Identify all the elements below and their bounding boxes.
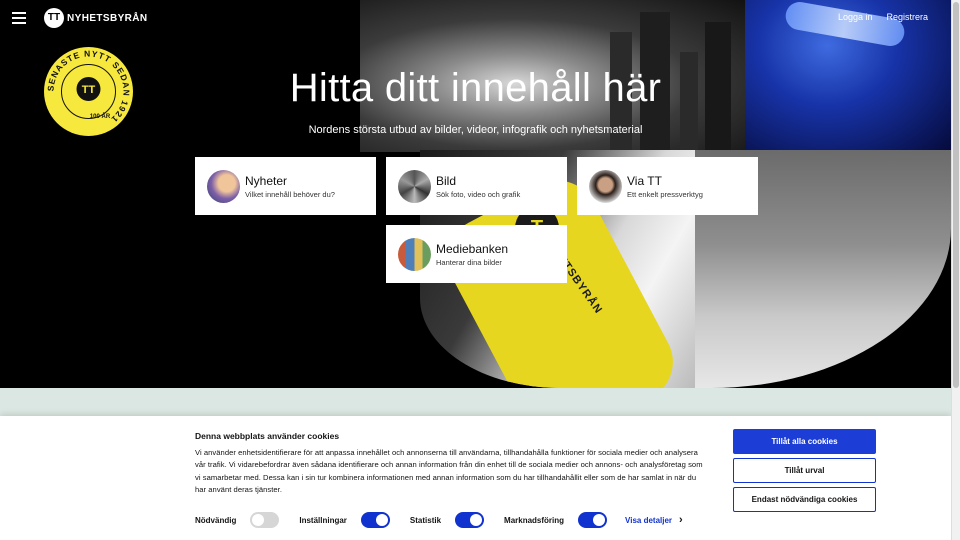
logo[interactable]: TT NYHETSBYRÅN (44, 8, 148, 28)
card-subtitle: Vilket innehåll behöver du? (245, 189, 335, 199)
hero-title: Hitta ditt innehåll här (289, 66, 662, 110)
card-via-tt[interactable]: Via TT Ett enkelt pressverktyg (577, 157, 758, 215)
cookie-banner: Denna webbplats använder cookies Vi anvä… (0, 416, 951, 540)
via-tt-thumbnail (589, 169, 622, 203)
cookie-title: Denna webbplats använder cookies (195, 431, 340, 441)
nyheter-thumbnail (207, 169, 240, 203)
account-nav: Logga in Registrera (838, 12, 928, 22)
toggle-marketing[interactable] (578, 512, 608, 528)
card-mediebanken[interactable]: Mediebanken Hanterar dina bilder (386, 225, 567, 283)
register-link[interactable]: Registrera (886, 12, 928, 22)
chevron-right-icon: › (679, 514, 683, 526)
cookie-text: Vi använder enhetsidentifierare för att … (195, 448, 703, 494)
card-subtitle: Hanterar dina bilder (436, 257, 502, 267)
toggle-label-preferences: Inställningar (299, 515, 347, 525)
only-necessary-button[interactable]: Endast nödvändiga cookies (733, 487, 876, 512)
show-details-label: Visa detaljer (625, 515, 673, 525)
toggle-label-necessary: Nödvändig (195, 515, 237, 525)
login-link[interactable]: Logga in (838, 12, 873, 22)
scrollbar-thumb[interactable] (953, 2, 959, 388)
scrollbar[interactable] (951, 0, 960, 540)
card-title: Bild (436, 173, 457, 188)
toggle-label-marketing: Marknadsföring (504, 515, 565, 525)
mediebanken-thumbnail (398, 237, 431, 271)
toggle-preferences[interactable] (360, 512, 390, 528)
page: T NYHETSBYRÅN TT NYHETSBYRÅN Logga in Re… (0, 0, 960, 540)
card-subtitle: Ett enkelt pressverktyg (627, 189, 703, 199)
card-title: Mediebanken (436, 241, 509, 256)
show-details-link[interactable]: Visa detaljer › (625, 514, 683, 526)
card-title: Nyheter (245, 173, 288, 188)
toggle-statistics[interactable] (455, 512, 485, 528)
hero-subtitle: Nordens största utbud av bilder, videor,… (308, 124, 643, 136)
logo-mark-icon: TT (44, 8, 64, 28)
bild-thumbnail (398, 169, 431, 203)
logo-text: NYHETSBYRÅN (67, 12, 148, 24)
toggle-label-statistics: Statistik (409, 515, 442, 525)
hero-section: T NYHETSBYRÅN TT NYHETSBYRÅN Logga in Re… (0, 0, 951, 388)
card-nyheter[interactable]: Nyheter Vilket innehåll behöver du? (195, 157, 376, 215)
cookie-toggles: Nödvändig Inställningar Statistik Markna… (195, 512, 683, 528)
card-bild[interactable]: Bild Sök foto, video och grafik (386, 157, 567, 215)
toggle-necessary[interactable] (250, 512, 280, 528)
badge-years: 100 ÅR (90, 113, 111, 120)
menu-icon[interactable] (12, 12, 26, 24)
card-subtitle: Sök foto, video och grafik (436, 189, 521, 199)
allow-all-cookies-button[interactable]: Tillåt alla cookies (733, 429, 876, 454)
section-band (0, 388, 951, 416)
card-title: Via TT (627, 173, 662, 188)
allow-selection-button[interactable]: Tillåt urval (733, 458, 876, 483)
